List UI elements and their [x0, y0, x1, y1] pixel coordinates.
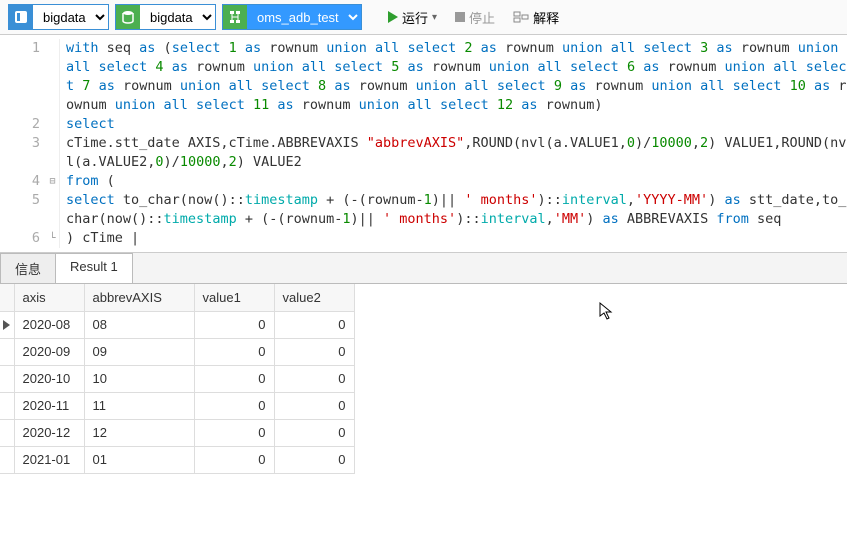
mouse-cursor: [598, 301, 618, 321]
code-line[interactable]: select to_char(now()::timestamp + (-(row…: [66, 191, 847, 229]
result-tabs: 信息 Result 1: [0, 253, 847, 284]
column-header[interactable]: value2: [274, 284, 354, 311]
schema-icon: [223, 5, 247, 29]
explain-icon: [513, 9, 529, 25]
current-row-icon: [3, 320, 10, 330]
table-cell[interactable]: 2020-10: [14, 365, 84, 392]
toolbar: bigdata bigdata oms_adb_test 运行 ▾ 停止 解释: [0, 0, 847, 35]
column-header[interactable]: axis: [14, 284, 84, 311]
table-row[interactable]: 2020-111100: [0, 392, 354, 419]
code-line[interactable]: with seq as (select 1 as rownum union al…: [66, 39, 847, 115]
row-pointer-cell: [0, 338, 14, 365]
row-pointer-cell: [0, 365, 14, 392]
code-line[interactable]: from (: [66, 172, 847, 191]
code-area[interactable]: with seq as (select 1 as rownum union al…: [60, 39, 847, 248]
table-cell[interactable]: 12: [84, 419, 194, 446]
table-cell[interactable]: 0: [274, 392, 354, 419]
run-label: 运行: [402, 8, 428, 27]
code-line[interactable]: select: [66, 115, 847, 134]
fold-marker[interactable]: [46, 191, 59, 229]
tab-info[interactable]: 信息: [0, 253, 56, 283]
table-cell[interactable]: 0: [194, 446, 274, 473]
column-header[interactable]: value1: [194, 284, 274, 311]
fold-marker[interactable]: [46, 115, 59, 134]
chevron-down-icon: ▾: [432, 12, 437, 23]
table-row[interactable]: 2020-080800: [0, 311, 354, 338]
table-row[interactable]: 2020-101000: [0, 365, 354, 392]
row-pointer-cell: [0, 392, 14, 419]
database-combo[interactable]: bigdata: [115, 4, 216, 30]
table-cell[interactable]: 0: [194, 338, 274, 365]
table-cell[interactable]: 08: [84, 311, 194, 338]
row-pointer-cell: [0, 446, 14, 473]
row-pointer-cell: [0, 419, 14, 446]
fold-marker[interactable]: [46, 134, 59, 172]
table-row[interactable]: 2020-121200: [0, 419, 354, 446]
line-number: 4: [0, 172, 40, 191]
stop-button: 停止: [449, 6, 501, 29]
table-row[interactable]: 2021-010100: [0, 446, 354, 473]
run-button[interactable]: 运行 ▾: [382, 6, 443, 29]
table-cell[interactable]: 11: [84, 392, 194, 419]
server-select[interactable]: bigdata: [33, 5, 108, 29]
server-combo[interactable]: bigdata: [8, 4, 109, 30]
fold-marker[interactable]: [46, 39, 59, 115]
table-cell[interactable]: 2020-08: [14, 311, 84, 338]
explain-button[interactable]: 解释: [507, 6, 565, 29]
column-header[interactable]: abbrevAXIS: [84, 284, 194, 311]
row-pointer-header: [0, 284, 14, 311]
stop-label: 停止: [469, 8, 495, 27]
table-cell[interactable]: 2020-12: [14, 419, 84, 446]
row-pointer-cell: [0, 311, 14, 338]
server-icon: [9, 5, 33, 29]
database-select[interactable]: bigdata: [140, 5, 215, 29]
line-number: 6: [0, 229, 40, 248]
table-cell[interactable]: 0: [194, 392, 274, 419]
sql-editor[interactable]: 123456 ⊟└ with seq as (select 1 as rownu…: [0, 35, 847, 253]
play-icon: [388, 11, 398, 23]
table-cell[interactable]: 01: [84, 446, 194, 473]
database-icon: [116, 5, 140, 29]
line-gutter: 123456: [0, 39, 46, 248]
table-cell[interactable]: 09: [84, 338, 194, 365]
code-line[interactable]: ) cTime |: [66, 229, 847, 248]
table-row[interactable]: 2020-090900: [0, 338, 354, 365]
table-cell[interactable]: 10: [84, 365, 194, 392]
table-cell[interactable]: 0: [274, 419, 354, 446]
table-cell[interactable]: 0: [274, 446, 354, 473]
table-cell[interactable]: 2021-01: [14, 446, 84, 473]
results-table[interactable]: axisabbrevAXISvalue1value2 2020-08080020…: [0, 284, 355, 474]
table-cell[interactable]: 0: [274, 338, 354, 365]
table-cell[interactable]: 0: [194, 419, 274, 446]
table-cell[interactable]: 2020-09: [14, 338, 84, 365]
stop-icon: [455, 12, 465, 22]
line-number: 2: [0, 115, 40, 134]
fold-gutter[interactable]: ⊟└: [46, 39, 60, 248]
table-cell[interactable]: 2020-11: [14, 392, 84, 419]
schema-select[interactable]: oms_adb_test: [247, 5, 361, 29]
code-line[interactable]: cTime.stt_date AXIS,cTime.ABBREVAXIS "ab…: [66, 134, 847, 172]
table-cell[interactable]: 0: [274, 311, 354, 338]
table-cell[interactable]: 0: [194, 311, 274, 338]
schema-combo[interactable]: oms_adb_test: [222, 4, 362, 30]
table-cell[interactable]: 0: [194, 365, 274, 392]
explain-label: 解释: [533, 8, 559, 27]
line-number: 5: [0, 191, 40, 229]
tab-result1[interactable]: Result 1: [55, 253, 133, 283]
line-number: 3: [0, 134, 40, 172]
table-cell[interactable]: 0: [274, 365, 354, 392]
fold-marker[interactable]: └: [46, 229, 59, 248]
line-number: 1: [0, 39, 40, 115]
fold-marker[interactable]: ⊟: [46, 172, 59, 191]
